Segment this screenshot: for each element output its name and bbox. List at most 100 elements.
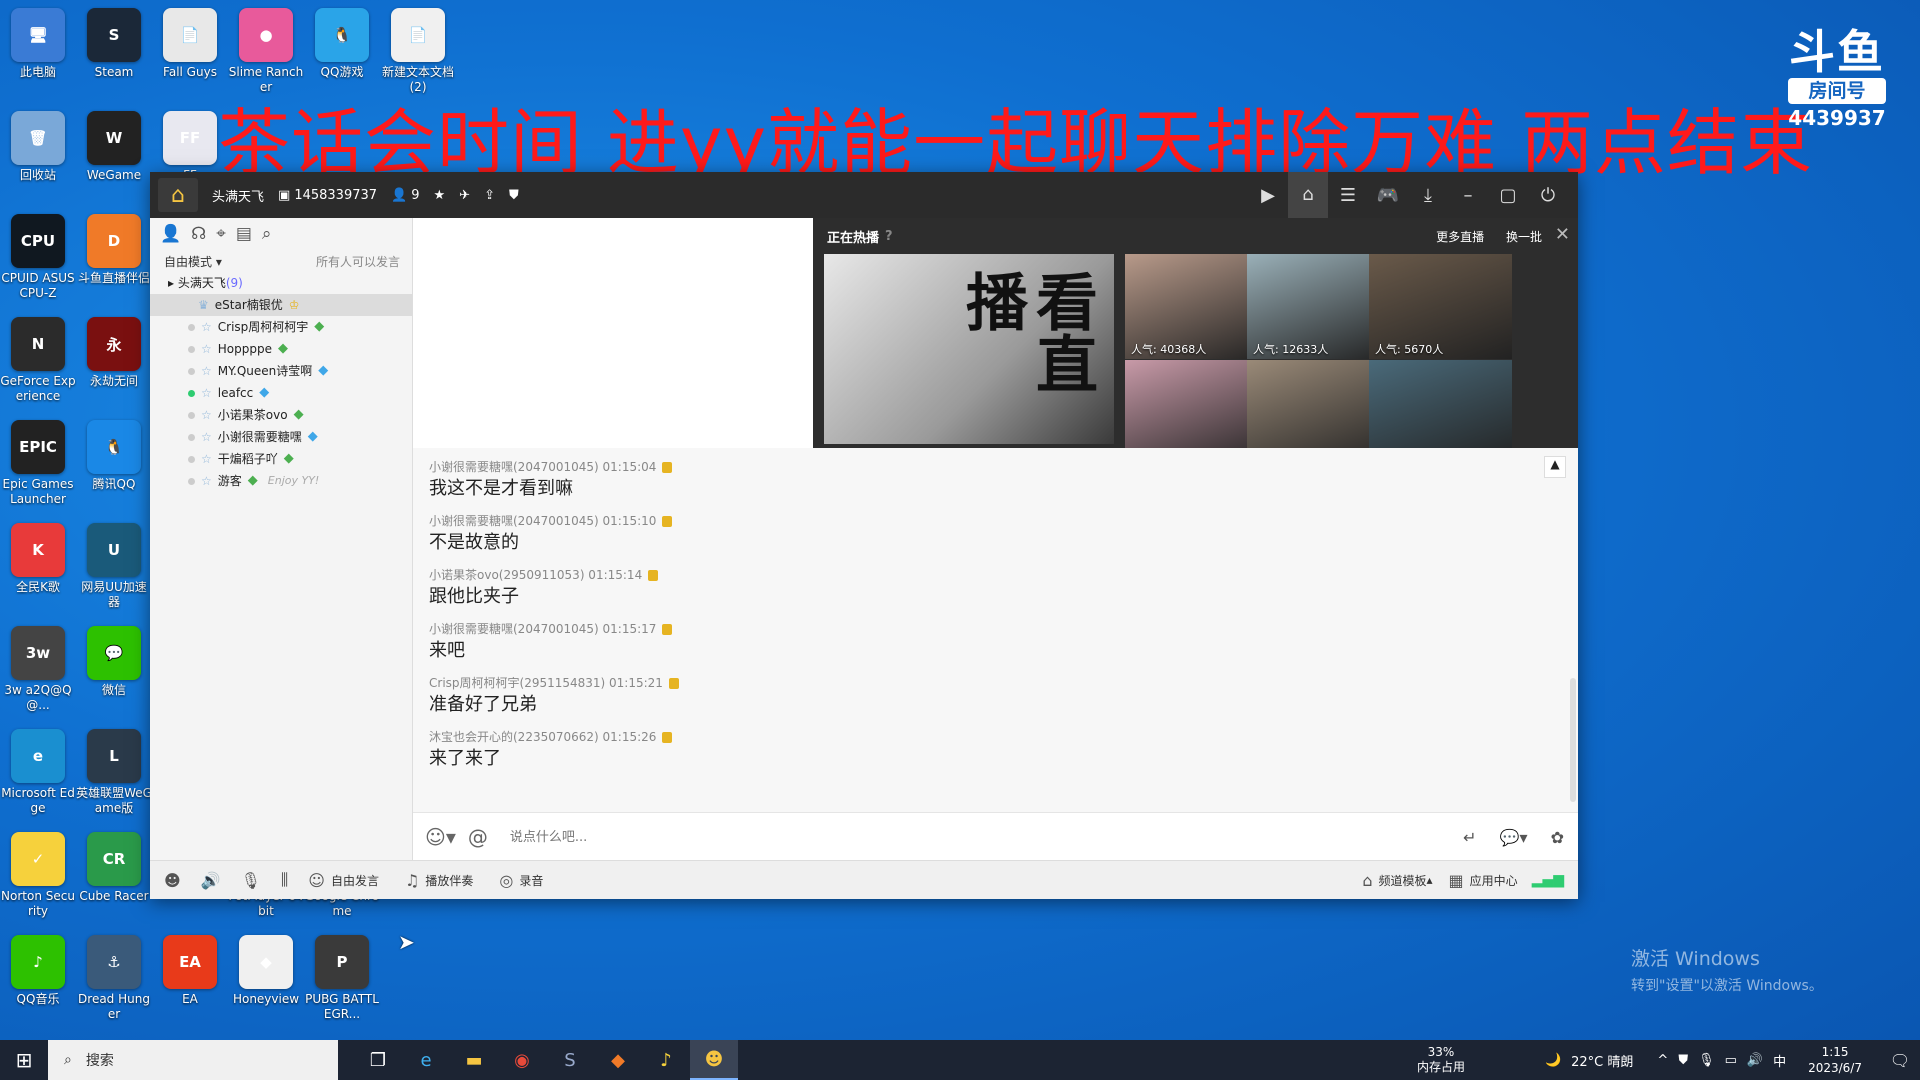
desktop-icon[interactable]: 🐧 QQ游戏 xyxy=(304,8,380,80)
desktop-icon[interactable]: P PUBG BATTLEGR... xyxy=(304,935,380,1022)
desktop-icon[interactable]: ✓ Norton Security xyxy=(0,832,76,919)
chat-input[interactable] xyxy=(507,828,1412,846)
file-explorer-icon[interactable]: ▬ xyxy=(450,1040,498,1080)
clock[interactable]: 1:15 2023/6/7 xyxy=(1808,1044,1862,1076)
download-icon[interactable]: ⤓ xyxy=(1408,185,1448,206)
video-icon[interactable]: ▶ xyxy=(1248,185,1288,206)
mode-select[interactable]: 自由模式 ▾ xyxy=(164,253,222,270)
edge-icon[interactable]: e xyxy=(402,1040,450,1080)
desktop-icon[interactable]: N GeForce Experience xyxy=(0,317,76,404)
help-icon[interactable]: ? xyxy=(885,229,893,244)
chat-scrollbar[interactable] xyxy=(1570,678,1576,802)
app-center-button[interactable]: ▦ 应用中心 xyxy=(1449,871,1518,890)
message-meta[interactable]: Crisp周柯柯柯宇(2951154831) 01:15:21 xyxy=(429,674,1578,692)
member-row[interactable]: ☆ Crisp周柯柯柯宇 ◆ xyxy=(150,316,412,338)
desktop-icon[interactable]: 🗑 回收站 xyxy=(0,111,76,183)
notification-icon[interactable]: 🗨 xyxy=(1880,1051,1920,1070)
mention-icon[interactable]: @ xyxy=(468,825,488,849)
channel-tree-root[interactable]: ▸ 头满天飞(9) xyxy=(150,272,412,294)
desktop-icon[interactable]: S Steam xyxy=(76,8,152,80)
favorite-star-icon[interactable]: ★ xyxy=(434,188,446,203)
yy-taskbar-icon[interactable]: ☻ xyxy=(690,1040,738,1080)
send-enter-icon[interactable]: ↵ xyxy=(1463,828,1476,847)
refresh-link[interactable]: 换一批 xyxy=(1506,230,1542,244)
network-icon[interactable]: ▭ xyxy=(1725,1053,1737,1068)
desktop-icon[interactable]: 🖥 此电脑 xyxy=(0,8,76,80)
message-meta[interactable]: 小谢很需要糖嘿(2047001045) 01:15:17 xyxy=(429,620,1578,638)
mic-tray-icon[interactable]: 🎙 xyxy=(1698,1053,1715,1068)
play-music-button[interactable]: ♫ 播放伴奏 xyxy=(405,871,473,890)
desktop-icon[interactable]: ⚓ Dread Hunger xyxy=(76,935,152,1022)
share-icon[interactable]: ⇪ xyxy=(484,188,495,203)
notes-icon[interactable]: ▤ xyxy=(236,224,252,244)
free-speech-button[interactable]: ☺ 自由发言 xyxy=(308,871,379,890)
task-view-icon[interactable]: ❐ xyxy=(354,1040,402,1080)
scroll-top-icon[interactable]: ▲ xyxy=(1544,456,1566,478)
home-icon[interactable]: ⌂ xyxy=(1288,172,1328,218)
desktop-icon[interactable]: U 网易UU加速器 xyxy=(76,523,152,610)
featured-stream[interactable]: 看直播 xyxy=(824,254,1114,444)
douyu-icon[interactable]: ◆ xyxy=(594,1040,642,1080)
search-icon[interactable]: ⌕ xyxy=(262,224,272,244)
member-row[interactable]: ☆ MY.Queen诗莹啊 ◆ xyxy=(150,360,412,382)
weather-text[interactable]: 22°C 晴朗 xyxy=(1571,1051,1633,1070)
desktop-icon[interactable]: 📄 Fall Guys xyxy=(152,8,228,80)
channel-template-button[interactable]: ⌂ 频道模板 ▴ xyxy=(1362,871,1432,890)
desktop-icon[interactable]: 永永劫无间 xyxy=(76,317,152,389)
ime-indicator[interactable]: 中 xyxy=(1773,1051,1786,1070)
desktop-icon[interactable]: 📄 新建文本文档 (2) xyxy=(380,8,456,95)
desktop-icon[interactable]: CPU CPUID ASUS CPU-Z xyxy=(0,214,76,301)
plane-icon[interactable]: ✈ xyxy=(459,188,470,203)
steam-icon[interactable]: S xyxy=(546,1040,594,1080)
more-live-link[interactable]: 更多直播 xyxy=(1436,230,1484,244)
desktop-icon[interactable]: 🐧 腾讯QQ xyxy=(76,420,152,492)
shield-icon[interactable]: ⛊ xyxy=(509,188,519,203)
defender-icon[interactable]: ⛊ xyxy=(1678,1053,1688,1068)
desktop-icon[interactable]: EPIC Epic Games Launcher xyxy=(0,420,76,507)
mic-icon[interactable]: 🎙 xyxy=(241,871,267,890)
user-icon[interactable]: 👤 xyxy=(160,224,181,244)
tray-expand-icon[interactable]: ^ xyxy=(1657,1053,1668,1068)
chat-bubble-icon[interactable]: 💬▾ xyxy=(1500,828,1528,847)
list-icon[interactable]: ☰ xyxy=(1328,185,1368,206)
desktop-icon[interactable]: L 英雄联盟WeGame版 xyxy=(76,729,152,816)
message-meta[interactable]: 沐宝也会开心的(2235070662) 01:15:26 xyxy=(429,728,1578,746)
minimize-icon[interactable]: – xyxy=(1448,185,1488,206)
member-row[interactable]: ☆ leafcc ◆ xyxy=(150,382,412,404)
memory-usage[interactable]: 33% 内存占用 xyxy=(1417,1045,1465,1075)
equalizer-icon[interactable]: ⫼ xyxy=(281,870,294,890)
stream-thumbnail[interactable]: 人气: 5670人 xyxy=(1369,254,1512,359)
desktop-icon[interactable]: EA EA xyxy=(152,935,228,1007)
desktop-icon[interactable]: ● Slime Rancher xyxy=(228,8,304,95)
volume-icon[interactable]: 🔊 xyxy=(1747,1053,1763,1068)
member-row[interactable]: ♛ eStar楠银优 ♔ xyxy=(150,294,412,316)
qq-music-icon[interactable]: ♪ xyxy=(642,1040,690,1080)
windows-start-icon[interactable]: ⊞ xyxy=(0,1048,48,1072)
desktop-icon[interactable]: W WeGame xyxy=(76,111,152,183)
member-row[interactable]: ☆ Hoppppe ◆ xyxy=(150,338,412,360)
flower-icon[interactable]: ✿ xyxy=(1551,828,1564,847)
speaker-icon[interactable]: 🔊 xyxy=(201,871,227,890)
member-row[interactable]: ☆ 小诺果茶ovo ◆ xyxy=(150,404,412,426)
member-row[interactable]: ☆ 游客 ◆ Enjoy YY! xyxy=(150,470,412,492)
desktop-icon[interactable]: 3w 3w a2Q@Q@... xyxy=(0,626,76,713)
desktop-icon[interactable]: ◆ Honeyview xyxy=(228,935,304,1007)
message-meta[interactable]: 小诺果茶ovo(2950911053) 01:15:14 xyxy=(429,566,1578,584)
desktop-icon[interactable]: K 全民K歌 xyxy=(0,523,76,595)
desktop-icon[interactable]: 💬 微信 xyxy=(76,626,152,698)
desktop-icon[interactable]: D 斗鱼直播伴侣 xyxy=(76,214,152,286)
message-meta[interactable]: 小谢很需要糖嘿(2047001045) 01:15:04 xyxy=(429,458,1578,476)
member-row[interactable]: ☆ 干煸稻子吖 ◆ xyxy=(150,448,412,470)
maximize-icon[interactable]: ▢ xyxy=(1488,185,1528,206)
desktop-icon[interactable]: ♪ QQ音乐 xyxy=(0,935,76,1007)
record-button[interactable]: ◎ 录音 xyxy=(499,871,543,890)
channel-home-icon[interactable]: ⌂ xyxy=(158,178,198,212)
message-meta[interactable]: 小谢很需要糖嘿(2047001045) 01:15:10 xyxy=(429,512,1578,530)
desktop-icon[interactable]: CR Cube Racer xyxy=(76,832,152,904)
desktop-icon[interactable]: e Microsoft Edge xyxy=(0,729,76,816)
avatar-icon[interactable]: ☻ xyxy=(164,871,187,890)
gamepad-icon[interactable]: 🎮 xyxy=(1368,185,1408,206)
location-icon[interactable]: ⌖ xyxy=(216,224,226,244)
taskbar-search[interactable]: ⌕ 搜索 xyxy=(48,1040,338,1080)
chrome-icon[interactable]: ◉ xyxy=(498,1040,546,1080)
